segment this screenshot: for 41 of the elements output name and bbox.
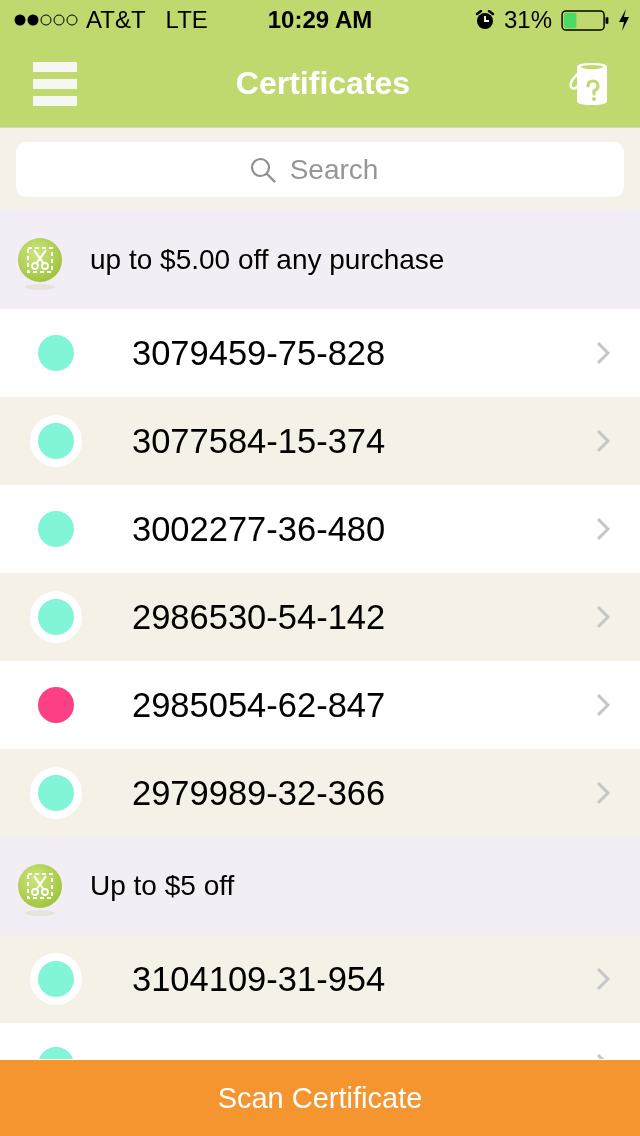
coupon-scissors-icon [17,864,63,918]
chevron-right-icon [596,429,610,453]
search-field[interactable]: Search [16,142,624,197]
nav-title: Certificates [235,65,411,102]
offer-title: Up to $5 off [90,870,235,902]
chevron-right-icon [596,605,610,629]
chevron-right-icon [596,967,610,991]
certificate-row[interactable]: 3077584-15-374 [0,397,640,485]
charging-bolt-icon [618,9,630,31]
certificate-row[interactable]: 3104109-31-954 [0,935,640,1023]
battery-percentage: 31% [503,6,552,34]
status-dot-icon [30,591,82,643]
status-time: 10:29 AM [267,6,373,34]
chevron-right-icon [596,517,610,541]
certificate-number: 2979989-32-366 [132,773,387,813]
search-icon [250,157,276,183]
chevron-right-icon [596,781,610,805]
certificate-row[interactable]: 2986530-54-142 [0,573,640,661]
certificate-number: 3079459-75-828 [132,333,387,373]
coupon-scissors-icon [17,238,63,292]
certificate-number: 3077584-15-374 [132,421,387,461]
network-type: LTE [165,6,208,34]
offer-title: up to $5.00 off any purchase [90,244,445,276]
chevron-right-icon [596,341,610,365]
carrier-name: AT&T [86,6,146,34]
alarm-clock-icon [474,10,495,30]
certificate-number: 3002277-36-480 [132,509,387,549]
menu-button[interactable] [33,61,77,106]
status-dot-icon [30,767,82,819]
status-dot-icon [30,953,82,1005]
certificate-number: 2986530-54-142 [132,597,387,637]
signal-strength-icon [14,14,80,26]
mug-question-icon [569,61,608,106]
certificate-row[interactable]: 2979989-32-366 [0,749,640,837]
status-dot-icon [30,415,82,467]
menu-icon [33,61,77,106]
help-button[interactable] [569,61,608,106]
certificate-number: 3104109-31-954 [132,959,387,999]
certificate-number: 2985054-62-847 [132,685,387,725]
battery-icon [561,9,609,31]
chevron-right-icon [596,693,610,717]
